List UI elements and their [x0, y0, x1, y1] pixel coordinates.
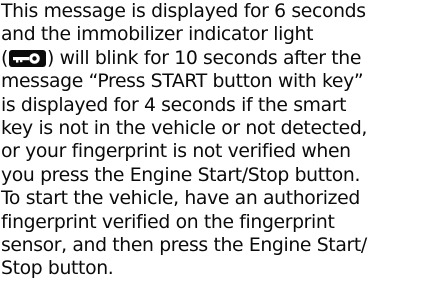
paragraph-line: sensor, and then press the Engine Start/	[1, 234, 367, 256]
open-paren: (	[1, 47, 8, 69]
paragraph-line: To start the vehicle, have an authorized	[1, 188, 360, 210]
paragraph-line: and the immobilizer indicator light	[1, 24, 314, 46]
paragraph-line: message “Press START button with key”	[1, 71, 364, 93]
paragraph-line: Stop button.	[1, 258, 114, 280]
paragraph-line: or your fingerprint is not verified when	[1, 141, 351, 163]
document-body: This message is displayed for 6 seconds …	[1, 0, 441, 281]
paragraph-line: ( ) will blink for 10 seconds after the	[1, 47, 441, 70]
paragraph-line-rest: ) will blink for 10 seconds after the	[46, 47, 362, 69]
paragraph-line: is displayed for 4 seconds if the smart	[1, 94, 347, 116]
paragraph-line: key is not in the vehicle or not detecte…	[1, 117, 368, 139]
paragraph-line: This message is displayed for 6 seconds	[1, 1, 366, 22]
paragraph-line: you press the Engine Start/Stop button.	[1, 164, 361, 186]
paragraph-line: fingerprint verified on the fingerprint	[1, 211, 335, 233]
